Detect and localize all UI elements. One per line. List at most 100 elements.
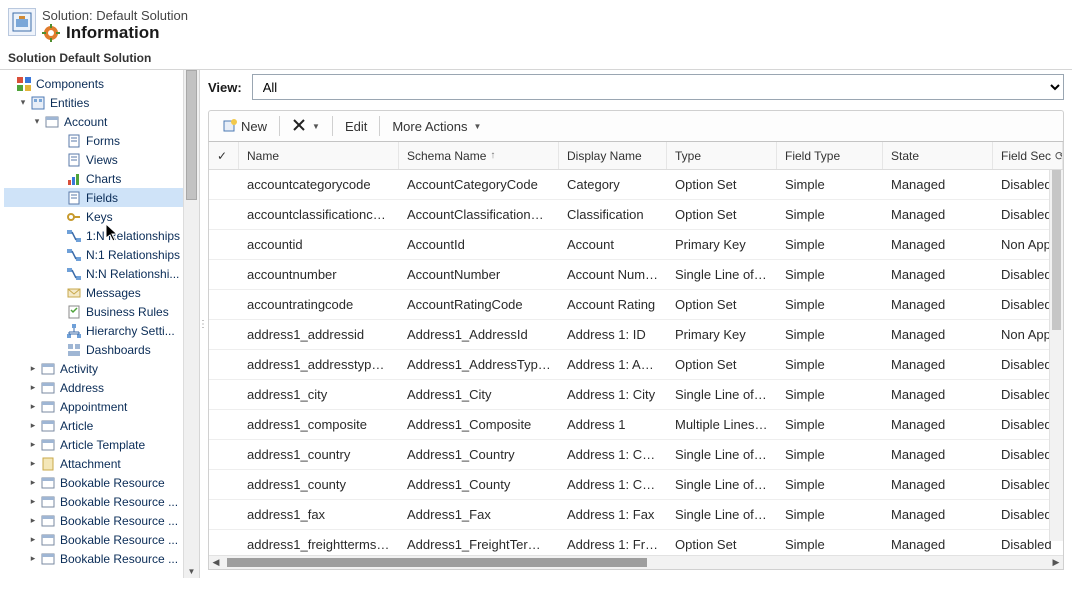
nav-entities[interactable]: ▾Entities [4,93,183,112]
cell-fieldtype: Simple [777,237,883,252]
hier-icon [66,323,82,339]
form-icon [66,190,82,206]
edit-button[interactable]: Edit [337,116,375,137]
nav-account-hierarchy-setti-[interactable]: Hierarchy Setti... [4,321,183,340]
col-header[interactable]: Display Name [559,142,667,169]
grid-vertical-scrollbar[interactable] [1049,170,1063,541]
grid-horizontal-scrollbar[interactable]: ◀ ▶ [209,555,1063,569]
nav-account-charts[interactable]: Charts [4,169,183,188]
nav-entity-account[interactable]: ▾ Account [4,112,183,131]
cell-schema: Address1_AddressTypeCode [399,357,559,372]
cell-fieldtype: Simple [777,507,883,522]
more-actions-button[interactable]: More Actions ▼ [384,116,489,137]
table-row[interactable]: address1_faxAddress1_FaxAddress 1: FaxSi… [209,500,1063,530]
refresh-icon[interactable]: ⟳ [1055,149,1063,163]
cell-schema: AccountRatingCode [399,297,559,312]
entity-icon [40,361,56,377]
nav-entity-address[interactable]: ▸Address [4,378,183,397]
table-row[interactable]: address1_freighttermscodeAddress1_Freigh… [209,530,1063,555]
col-checkbox[interactable]: ✓ [209,142,239,169]
nav-entity-appointment[interactable]: ▸ Appointment [4,397,183,416]
table-row[interactable]: address1_addresstypecodeAddress1_Address… [209,350,1063,380]
tree-twisty-icon[interactable]: ▸ [28,458,38,469]
table-row[interactable]: address1_addressidAddress1_AddressIdAddr… [209,320,1063,350]
nav-entity-bookable-resource-[interactable]: ▸Bookable Resource ... [4,492,183,511]
nav-entity-bookable-resource[interactable]: ▸Bookable Resource [4,473,183,492]
cell-schema: Address1_AddressId [399,327,559,342]
nav-scroll-thumb[interactable] [186,70,197,200]
nav-entity-bookable-resource-[interactable]: ▸Bookable Resource ... [4,511,183,530]
nav-entity-attachment[interactable]: ▸ Attachment [4,454,183,473]
nav-account-keys[interactable]: Keys [4,207,183,226]
cell-schema: Address1_Composite [399,417,559,432]
grid-vscroll-thumb[interactable] [1052,170,1061,330]
nav-account-1-n-relationships[interactable]: 1:N Relationships [4,226,183,245]
grid-hscroll-thumb[interactable] [227,558,647,567]
delete-button[interactable]: ▼ [284,115,328,138]
nav-entity-article-template[interactable]: ▸Article Template [4,435,183,454]
cell-display: Address 1: County [559,477,667,492]
cell-type: Single Line of Text [667,507,777,522]
tree-node-label: Appointment [60,400,183,414]
new-button[interactable]: New [215,115,275,138]
nav-account-messages[interactable]: Messages [4,283,183,302]
tree-twisty-icon[interactable]: ▸ [28,515,38,526]
tree-twisty-icon[interactable]: ▸ [28,553,38,564]
col-header[interactable]: Field Sec ⟳ [993,142,1063,169]
nav-account-views[interactable]: Views [4,150,183,169]
tree-twisty-icon[interactable]: ▸ [28,439,38,450]
cell-state: Managed [883,507,993,522]
tree-node-label: N:1 Relationships [86,248,183,262]
tree-twisty-icon[interactable]: ▸ [28,496,38,507]
cell-state: Managed [883,177,993,192]
nav-scrollbar[interactable]: ▲ ▼ [183,70,199,578]
cell-display: Address 1: Addr... [559,357,667,372]
nav-components[interactable]: Components [4,74,183,93]
table-row[interactable]: accountidAccountIdAccountPrimary KeySimp… [209,230,1063,260]
table-row[interactable]: address1_cityAddress1_CityAddress 1: Cit… [209,380,1063,410]
nav-account-forms[interactable]: Forms [4,131,183,150]
nav-account-fields[interactable]: Fields [4,188,183,207]
tree-twisty-icon[interactable]: ▸ [28,534,38,545]
table-row[interactable]: accountratingcodeAccountRatingCodeAccoun… [209,290,1063,320]
table-row[interactable]: address1_countyAddress1_CountyAddress 1:… [209,470,1063,500]
scroll-right-icon[interactable]: ▶ [1049,556,1063,569]
nav-entity-article[interactable]: ▸Article [4,416,183,435]
cell-schema: AccountId [399,237,559,252]
table-row[interactable]: accountcategorycodeAccountCategoryCodeCa… [209,170,1063,200]
nav-entity-activity[interactable]: ▸Activity [4,359,183,378]
tree-twisty-icon[interactable]: ▸ [28,401,38,412]
tree-twisty-icon[interactable]: ▸ [28,363,38,374]
scroll-down-icon[interactable]: ▼ [184,564,199,578]
rule-icon [66,304,82,320]
tree-twisty-icon[interactable]: ▸ [28,420,38,431]
tree-twisty-icon[interactable]: ▸ [28,477,38,488]
nav-account-business-rules[interactable]: Business Rules [4,302,183,321]
nav-account-dashboards[interactable]: Dashboards [4,340,183,359]
tree-twisty-icon[interactable]: ▸ [28,382,38,393]
table-row[interactable]: address1_compositeAddress1_CompositeAddr… [209,410,1063,440]
cell-fieldtype: Simple [777,267,883,282]
scroll-left-icon[interactable]: ◀ [209,556,223,569]
col-header[interactable]: State [883,142,993,169]
col-header[interactable]: Name [239,142,399,169]
col-header[interactable]: Schema Name ↑ [399,142,559,169]
tree-node-label: Charts [86,172,183,186]
solution-icon [8,8,36,36]
tree-twisty-icon[interactable]: ▾ [18,97,28,108]
tree-node-label: Account [64,115,183,129]
cell-name: accountratingcode [239,297,399,312]
col-header[interactable]: Type [667,142,777,169]
table-row[interactable]: accountclassificationcodeAccountClassifi… [209,200,1063,230]
nav-entity-bookable-resource-[interactable]: ▸Bookable Resource ... [4,530,183,549]
tree-node-label: Attachment [60,457,183,471]
col-header[interactable]: Field Type [777,142,883,169]
view-select[interactable]: All [252,74,1064,100]
table-row[interactable]: address1_countryAddress1_CountryAddress … [209,440,1063,470]
nav-entity-bookable-resource-[interactable]: ▸Bookable Resource ... [4,549,183,568]
cell-schema: AccountNumber [399,267,559,282]
table-row[interactable]: accountnumberAccountNumberAccount Number… [209,260,1063,290]
tree-twisty-icon[interactable]: ▾ [32,116,42,127]
nav-account-n-1-relationships[interactable]: N:1 Relationships [4,245,183,264]
nav-account-n-n-relationshi-[interactable]: N:N Relationshi... [4,264,183,283]
